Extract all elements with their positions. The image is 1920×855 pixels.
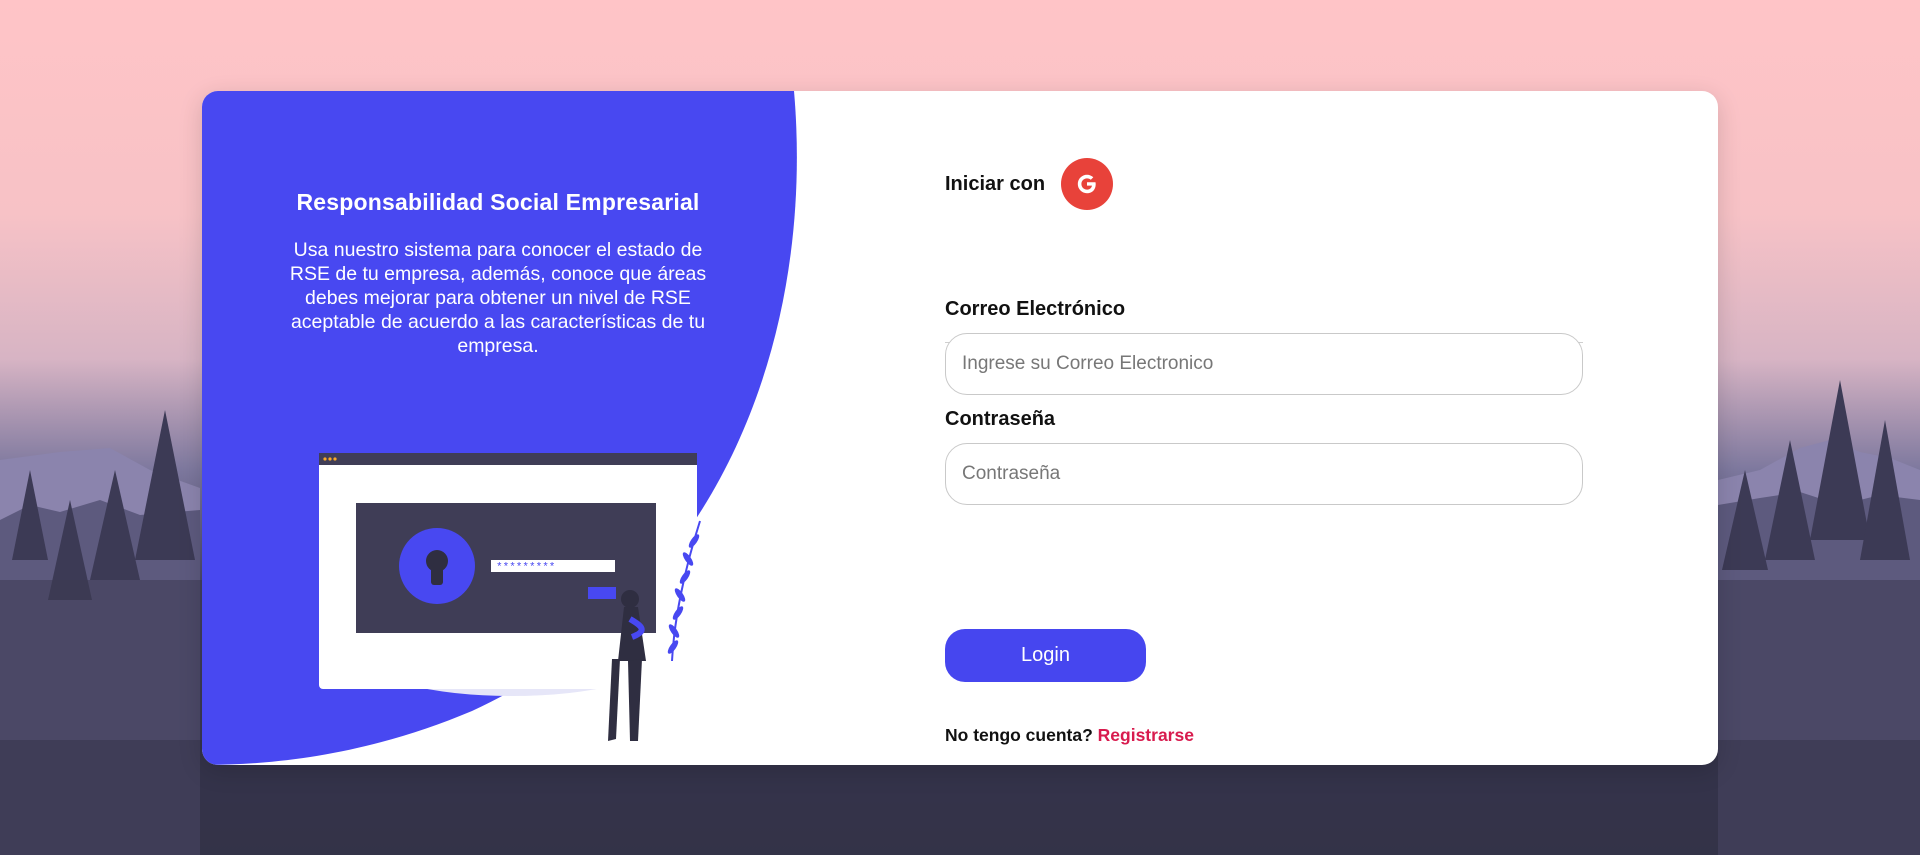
register-link[interactable]: Registrarse [1098, 725, 1194, 745]
hero-panel: Responsabilidad Social Empresarial Usa n… [202, 91, 1002, 765]
hero-text: Responsabilidad Social Empresarial Usa n… [288, 189, 708, 358]
password-field[interactable] [945, 443, 1583, 505]
masked-password-text: ********* [496, 562, 555, 574]
social-login-label: Iniciar con [945, 172, 1046, 195]
google-icon [1077, 174, 1096, 194]
login-button[interactable]: Login [945, 629, 1146, 682]
login-page: Responsabilidad Social Empresarial Usa n… [0, 0, 1920, 855]
no-account-text: No tengo cuenta? [945, 725, 1093, 745]
hero-description: Usa nuestro sistema para conocer el esta… [289, 239, 707, 357]
register-prompt: No tengo cuenta? Registrarse [945, 725, 1194, 746]
social-login-row: Iniciar con [945, 158, 1114, 210]
email-label: Correo Electrónico [945, 298, 1126, 320]
login-form: Iniciar con O Correo Electrónico Contras… [945, 91, 1585, 765]
login-card: Responsabilidad Social Empresarial Usa n… [202, 91, 1718, 765]
password-label: Contraseña [945, 408, 1056, 430]
login-illustration: ********* [319, 453, 701, 741]
hero-title: Responsabilidad Social Empresarial [296, 189, 700, 215]
email-field[interactable] [945, 333, 1583, 395]
google-login-button[interactable] [1061, 158, 1114, 210]
